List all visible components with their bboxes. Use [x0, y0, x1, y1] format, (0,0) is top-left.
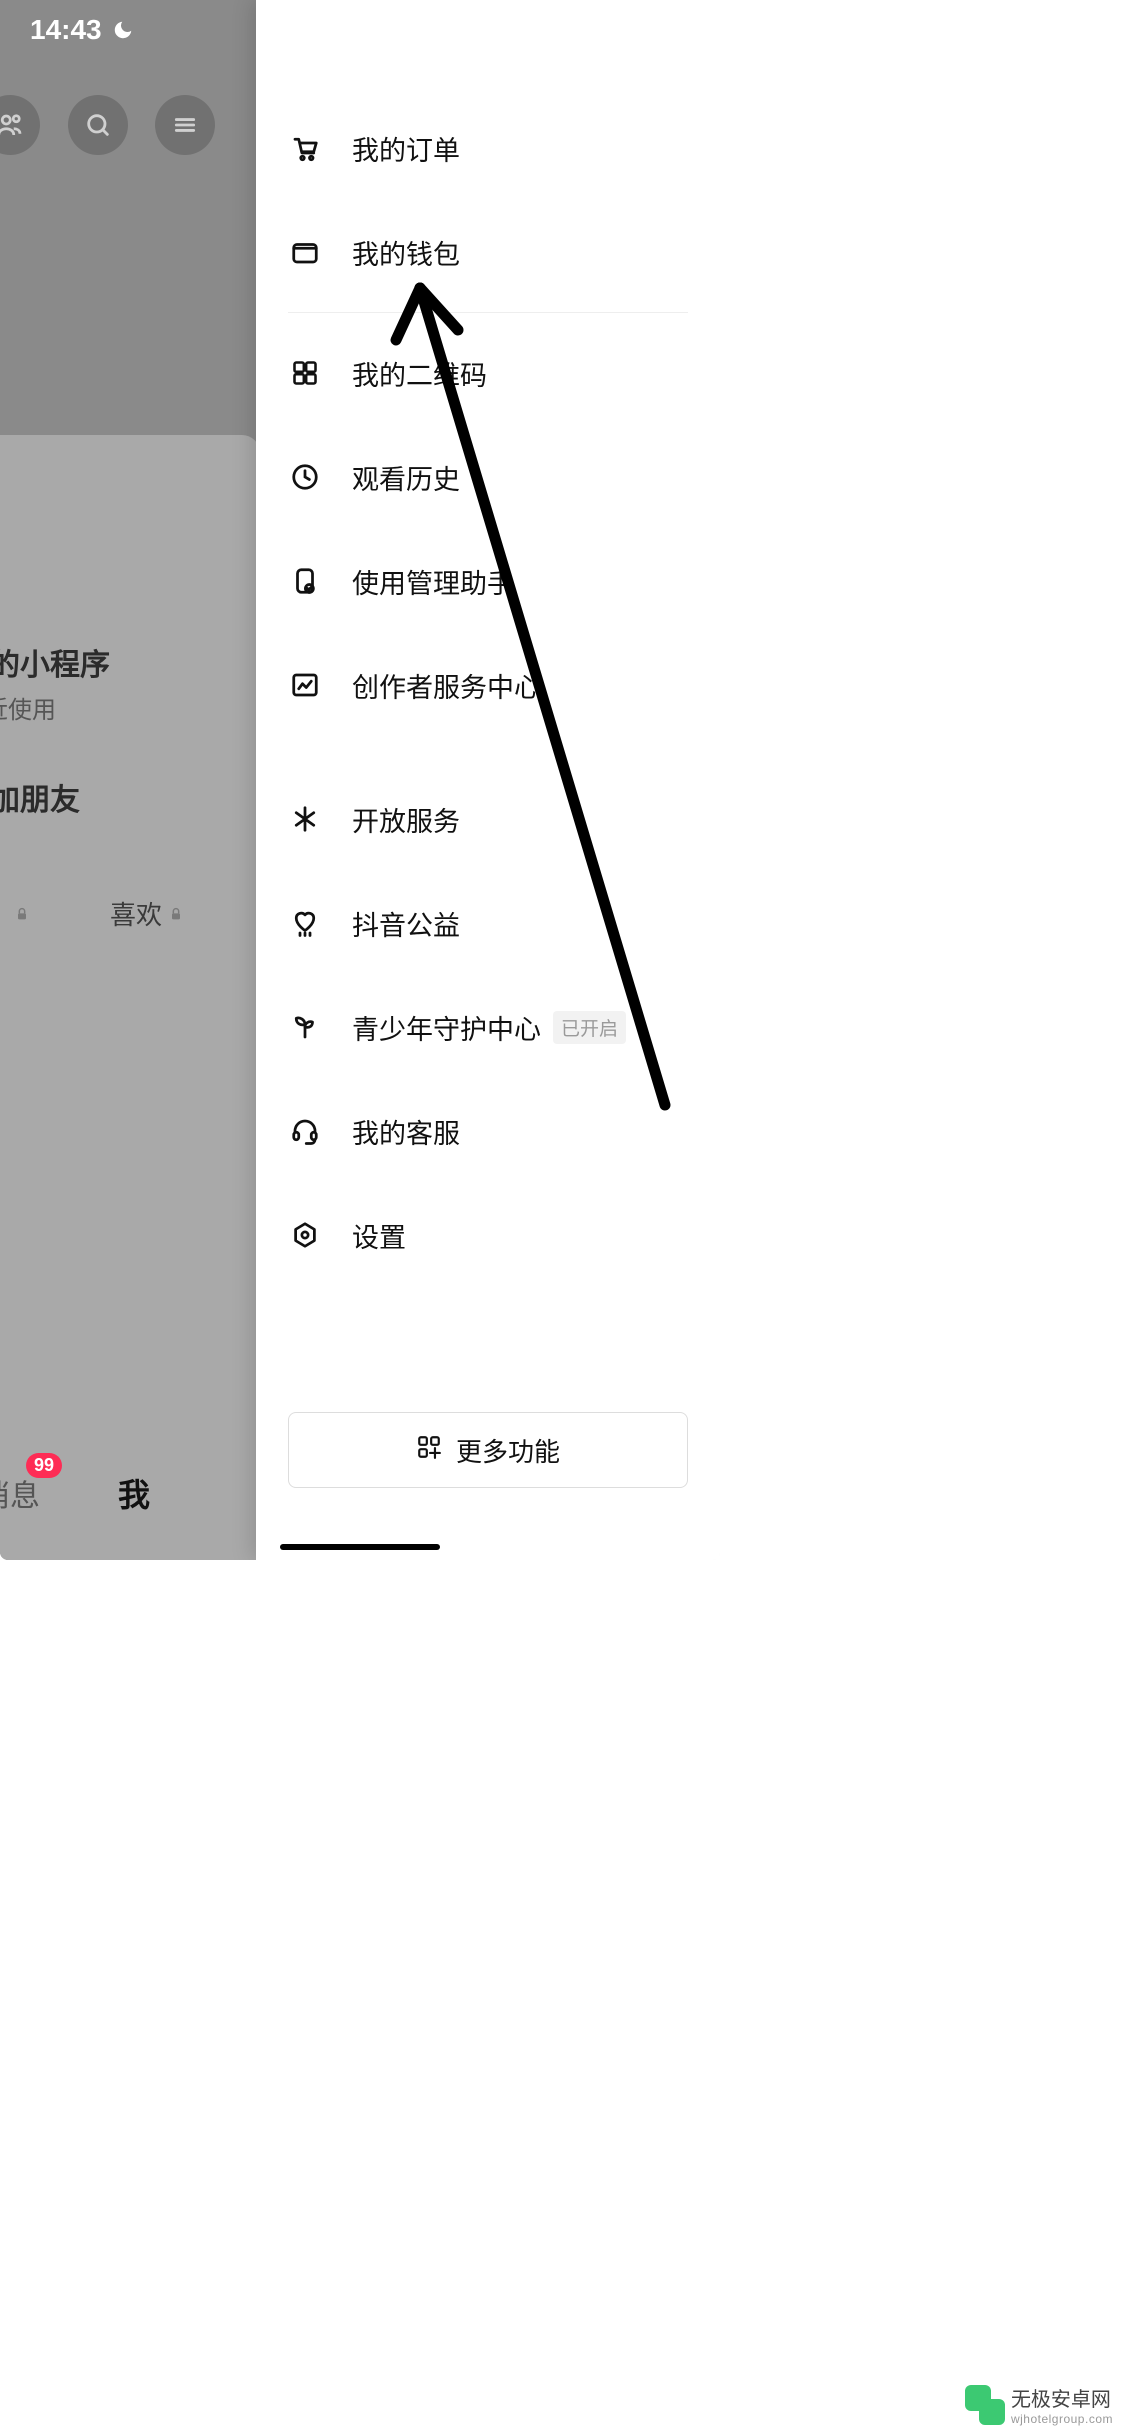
lock-icon [168, 898, 184, 929]
wallet-icon [288, 235, 322, 269]
menu-label: 青少年守护中心 [352, 1008, 541, 1047]
profile-sheet-bg [0, 435, 256, 1560]
like-tab-label[interactable]: 喜欢 [110, 895, 162, 932]
headset-icon [288, 1114, 322, 1148]
search-button[interactable] [68, 95, 128, 155]
watermark-title: 无极安卓网 [1011, 2383, 1113, 2412]
menu-label: 我的订单 [352, 129, 460, 168]
hex-gear-icon [288, 1218, 322, 1252]
more-features-button[interactable]: 更多功能 [288, 1412, 688, 1488]
side-drawer: 我的订单 我的钱包 我的二维码 观看历史 [256, 0, 720, 1560]
menu-label: 抖音公益 [352, 904, 460, 943]
watermark: 无极安卓网 wjhotelgroup.com [957, 2377, 1121, 2432]
do-not-disturb-icon [112, 19, 134, 41]
menu-item-usage-assistant[interactable]: 使用管理助手 [256, 529, 720, 633]
menu-item-qrcode[interactable]: 我的二维码 [256, 321, 720, 425]
nav-message-label: 消息 [0, 1480, 40, 1513]
mini-programs-title: 我的小程序 [0, 640, 220, 684]
message-badge: 99 [26, 1453, 62, 1478]
status-bar: 14:43 [0, 0, 256, 60]
add-friend-label[interactable]: 添加朋友 [0, 775, 80, 819]
tabs-lock-row: 喜欢 [0, 895, 256, 932]
lock-icon [14, 898, 30, 929]
heart-rain-icon [288, 906, 322, 940]
friends-button[interactable] [0, 95, 40, 155]
nav-message[interactable]: 消息 99 [0, 1471, 40, 1515]
spacer [256, 737, 720, 767]
menu-item-settings[interactable]: 设置 [256, 1183, 720, 1287]
menu-item-history[interactable]: 观看历史 [256, 425, 720, 529]
divider [288, 312, 688, 313]
enabled-tag: 已开启 [553, 1011, 626, 1044]
hamburger-menu-button[interactable] [155, 95, 215, 155]
spark-icon [288, 802, 322, 836]
analytics-icon [288, 668, 322, 702]
menu-item-youth-guardian[interactable]: 青少年守护中心 已开启 [256, 975, 720, 1079]
more-features-label: 更多功能 [456, 1432, 560, 1469]
status-time: 14:43 [30, 14, 102, 46]
bottom-nav: 消息 99 我 [0, 1470, 256, 1516]
grid-plus-icon [416, 1434, 442, 1467]
menu-label: 我的钱包 [352, 233, 460, 272]
menu-item-creator-center[interactable]: 创作者服务中心 [256, 633, 720, 737]
menu-label: 我的二维码 [352, 354, 487, 393]
menu-item-customer-service[interactable]: 我的客服 [256, 1079, 720, 1183]
menu-label: 创作者服务中心 [352, 666, 541, 705]
menu-item-charity[interactable]: 抖音公益 [256, 871, 720, 975]
watermark-url: wjhotelgroup.com [1011, 2412, 1113, 2426]
nav-me[interactable]: 我 [118, 1470, 150, 1516]
menu-label: 我的客服 [352, 1112, 460, 1151]
qrcode-icon [288, 356, 322, 390]
menu-label: 观看历史 [352, 458, 460, 497]
home-indicator[interactable] [280, 1544, 440, 1550]
phone-check-icon [288, 564, 322, 598]
cart-icon [288, 131, 322, 165]
phone-screen: 14:43 我的小程序 最近使用 添加朋友 喜欢 [0, 0, 720, 1560]
menu-label: 使用管理助手 [352, 562, 514, 601]
watermark-logo [965, 2385, 1005, 2425]
menu-item-orders[interactable]: 我的订单 [256, 96, 720, 200]
drawer-menu: 我的订单 我的钱包 我的二维码 观看历史 [256, 96, 720, 1287]
menu-label: 设置 [352, 1216, 406, 1255]
menu-label: 开放服务 [352, 800, 460, 839]
menu-item-open-service[interactable]: 开放服务 [256, 767, 720, 871]
sprout-icon [288, 1010, 322, 1044]
recent-use-label: 最近使用 [0, 690, 160, 725]
profile-page-dimmed[interactable]: 14:43 我的小程序 最近使用 添加朋友 喜欢 [0, 0, 256, 1560]
menu-item-wallet[interactable]: 我的钱包 [256, 200, 720, 304]
clock-icon [288, 460, 322, 494]
